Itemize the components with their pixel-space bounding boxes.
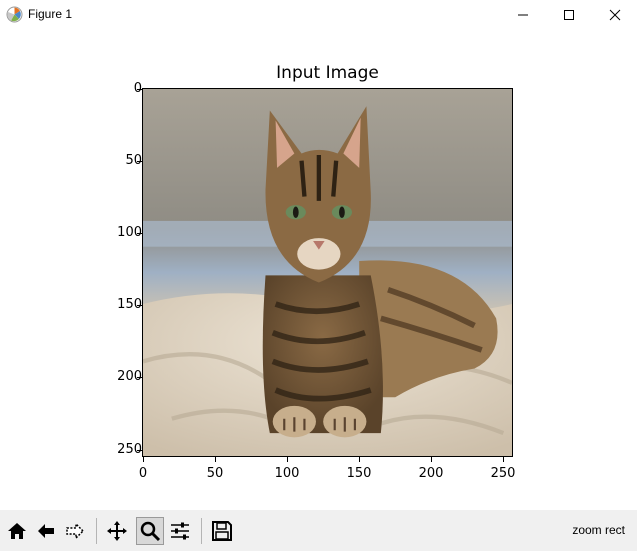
maximize-button[interactable] bbox=[546, 0, 592, 30]
forward-button[interactable] bbox=[61, 517, 89, 545]
y-tick-mark bbox=[137, 450, 142, 451]
save-button[interactable] bbox=[208, 517, 236, 545]
x-tick-mark bbox=[431, 457, 432, 462]
back-button[interactable] bbox=[32, 517, 60, 545]
toolbar-separator bbox=[201, 518, 202, 544]
plot-title: Input Image bbox=[276, 63, 379, 83]
x-tick-mark bbox=[503, 457, 504, 462]
status-text: zoom rect bbox=[572, 523, 625, 537]
x-tick-label: 150 bbox=[346, 466, 372, 481]
y-tick-mark bbox=[137, 233, 142, 234]
pan-button[interactable] bbox=[103, 517, 131, 545]
home-button[interactable] bbox=[3, 517, 31, 545]
y-tick-mark bbox=[137, 89, 142, 90]
window-title: Figure 1 bbox=[28, 7, 73, 21]
x-tick-label: 250 bbox=[490, 466, 516, 481]
x-tick-mark bbox=[143, 457, 144, 462]
cat-image bbox=[143, 89, 512, 456]
x-tick-label: 0 bbox=[138, 466, 148, 481]
toolbar-separator bbox=[96, 518, 97, 544]
minimize-button[interactable] bbox=[500, 0, 546, 30]
y-tick-mark bbox=[137, 161, 142, 162]
minimize-icon bbox=[518, 14, 528, 16]
figure-canvas[interactable]: Input Image 50 100 150 200 250 0 50 100 … bbox=[0, 30, 637, 510]
zoom-button[interactable] bbox=[136, 517, 164, 545]
x-tick-mark bbox=[359, 457, 360, 462]
navigation-toolbar: zoom rect bbox=[0, 510, 637, 551]
home-icon bbox=[8, 523, 26, 539]
x-tick-label: 50 bbox=[206, 466, 224, 481]
x-tick-mark bbox=[215, 457, 216, 462]
window-titlebar: Figure 1 bbox=[0, 0, 637, 30]
y-tick-mark bbox=[137, 377, 142, 378]
close-icon bbox=[609, 9, 621, 21]
maximize-icon bbox=[564, 10, 574, 20]
save-icon bbox=[212, 521, 232, 541]
pan-icon bbox=[107, 521, 127, 541]
y-tick-mark bbox=[137, 305, 142, 306]
configure-subplots-icon bbox=[171, 522, 189, 540]
x-tick-mark bbox=[287, 457, 288, 462]
back-icon bbox=[38, 524, 54, 538]
matplotlib-app-icon bbox=[6, 6, 23, 23]
close-button[interactable] bbox=[592, 0, 637, 30]
x-tick-label: 200 bbox=[418, 466, 444, 481]
x-tick-label: 100 bbox=[274, 466, 300, 481]
configure-subplots-button[interactable] bbox=[166, 517, 194, 545]
zoom-icon bbox=[140, 521, 161, 542]
forward-icon bbox=[66, 522, 85, 540]
image-axes[interactable] bbox=[142, 88, 513, 457]
